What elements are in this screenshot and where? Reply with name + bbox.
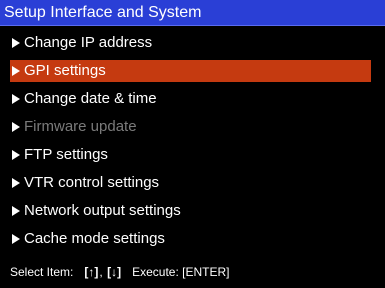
page-title: Setup Interface and System [4,4,202,21]
execute-label: Execute: [132,264,179,279]
menu-item-vtr-control-settings[interactable]: VTR control settings [10,172,371,194]
menu-item-label: VTR control settings [24,174,160,191]
triangle-right-icon [12,66,20,76]
menu-item-ftp-settings[interactable]: FTP settings [10,144,371,166]
menu-item-label: Change IP address [24,34,153,51]
select-item-label: Select Item: [10,264,74,279]
down-key-hint: [↓] [107,264,122,279]
menu-item-label: Network output settings [24,202,181,219]
menu-item-label: Change date & time [24,90,157,107]
menu-item-label: FTP settings [24,146,108,163]
title-bar: Setup Interface and System [0,0,385,26]
enter-key-hint: [ENTER] [182,264,230,279]
triangle-right-icon [12,122,20,132]
triangle-right-icon [12,38,20,48]
menu-item-network-output-settings[interactable]: Network output settings [10,200,371,222]
triangle-right-icon [12,206,20,216]
menu-item-label: Cache mode settings [24,230,165,247]
key-help-footer: Select Item: [↑], [↓] Execute: [ENTER] [10,263,230,281]
triangle-right-icon [12,234,20,244]
menu-item-label: Firmware update [24,118,137,135]
menu-item-change-ip-address[interactable]: Change IP address [10,32,371,54]
up-key-hint: [↑] [84,264,99,279]
triangle-right-icon [12,150,20,160]
triangle-right-icon [12,178,20,188]
key-separator: , [99,264,103,279]
triangle-right-icon [12,94,20,104]
menu-item-firmware-update: Firmware update [10,116,371,138]
menu-item-gpi-settings[interactable]: GPI settings [10,60,371,82]
menu-item-change-date-time[interactable]: Change date & time [10,88,371,110]
setup-panel: Setup Interface and System Change IP add… [0,0,385,288]
menu-item-label: GPI settings [24,62,106,79]
menu-item-cache-mode-settings[interactable]: Cache mode settings [10,228,371,250]
